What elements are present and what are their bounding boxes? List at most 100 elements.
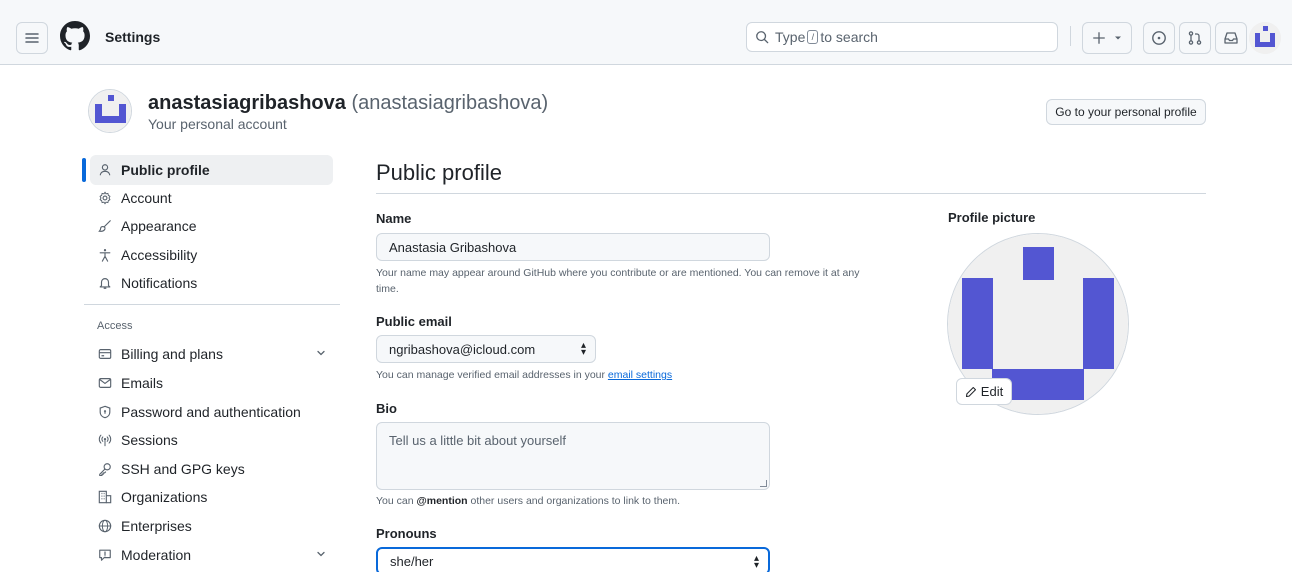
name-note-line2: time. [376,283,399,295]
sidebar-item-label: Emails [121,375,164,391]
sidebar-item-ssh-gpg[interactable]: SSH and GPG keys [90,454,333,484]
git-pull-request-icon [1188,31,1202,45]
chevron-down-icon [317,350,325,356]
hamburger-icon [25,33,39,43]
title-divider [376,193,1206,194]
shield-lock-icon [97,404,113,420]
bio-note-suffix: other users and organizations to link to… [470,495,681,507]
pull-requests-button[interactable] [1179,22,1211,54]
profile-picture-label: Profile picture [948,210,1036,225]
bio-note-mention: @mention [416,495,468,507]
account-subtitle: Your personal account [148,116,287,132]
mail-icon [97,375,113,391]
sidebar-item-enterprises[interactable]: Enterprises [90,511,333,541]
name-value: Anastasia Gribashova [389,239,517,255]
sidebar-item-notifications[interactable]: Notifications [90,268,333,298]
pronouns-select[interactable]: she/her ▴ ▾ [376,547,770,572]
pronouns-selected-value: she/her [390,553,434,569]
sidebar-item-label: Notifications [121,275,198,291]
edit-label: Edit [980,384,1004,399]
sidebar-active-indicator [82,158,86,182]
pencil-icon [965,386,976,397]
paintbrush-icon [97,218,113,234]
search-prefix: Type [775,29,806,45]
search-input[interactable]: Type / to search [746,22,1058,52]
inbox-button[interactable] [1215,22,1247,54]
email-note: You can manage verified email addresses … [376,367,672,383]
sidebar-item-appearance[interactable]: Appearance [90,211,333,241]
account-login: (anastasiagribashova) [351,92,549,114]
person-icon [97,162,113,178]
name-note-line1: Your name may appear around GitHub where… [376,267,860,279]
search-suffix: to search [820,29,878,45]
credit-card-icon [97,346,113,362]
select-arrows-icon: ▴ ▾ [753,553,759,571]
sidebar-item-billing[interactable]: Billing and plans [90,339,333,369]
name-label: Name [376,211,412,226]
sidebar-item-label: Sessions [121,432,178,448]
sidebar-item-label: Billing and plans [121,346,223,362]
chevron-down-icon [317,551,325,557]
sidebar-item-accessibility[interactable]: Accessibility [90,240,333,270]
bio-note-prefix: You can [376,495,414,507]
search-icon [756,31,769,44]
email-note-text: You can manage verified email addresses … [376,369,605,381]
account-avatar [88,89,132,133]
go-to-profile-button[interactable]: Go to your personal profile [1046,99,1206,125]
sidebar-item-label: Public profile [121,162,210,178]
sidebar-item-label: Enterprises [121,518,192,534]
report-icon [97,547,113,563]
sidebar-item-sessions[interactable]: Sessions [90,425,333,455]
issue-opened-icon [1152,31,1166,45]
account-name[interactable]: anastasiagribashova (anastasiagribashova… [148,92,548,115]
sidebar-item-label: Account [121,190,172,206]
context-title[interactable]: Settings [105,29,160,45]
sidebar-divider [84,304,340,305]
inbox-icon [1224,32,1238,44]
accessibility-icon [97,247,113,263]
sidebar-heading-access: Access [97,320,133,332]
issues-button[interactable] [1143,22,1175,54]
sidebar-item-password[interactable]: Password and authentication [90,397,333,427]
identicon-medium [89,90,131,132]
account-display-name: anastasiagribashova [148,92,346,114]
email-label: Public email [376,314,452,329]
pronouns-label: Pronouns [376,526,437,541]
bio-textarea[interactable]: Tell us a little bit about yourself [376,422,770,490]
email-settings-link[interactable]: email settings [608,369,672,381]
menu-button[interactable] [16,22,48,54]
name-note: Your name may appear around GitHub where… [376,265,860,297]
name-input[interactable]: Anastasia Gribashova [376,233,770,261]
bell-icon [97,275,113,291]
resize-handle-icon[interactable] [760,480,767,487]
sidebar-item-organizations[interactable]: Organizations [90,482,333,512]
sidebar-item-label: Moderation [121,547,192,563]
plus-icon [1093,32,1105,44]
create-new-button[interactable] [1082,22,1132,54]
sidebar-item-account[interactable]: Account [90,183,333,213]
key-icon [97,461,113,477]
broadcast-icon [97,432,113,448]
sidebar-item-label: Appearance [121,218,197,234]
page-title: Public profile [376,160,502,185]
bio-placeholder: Tell us a little bit about yourself [389,433,567,448]
sidebar-item-emails[interactable]: Emails [90,368,333,398]
user-avatar-button[interactable] [1249,22,1281,54]
sidebar-item-label: Accessibility [121,247,198,263]
bio-note: You can @mention other users and organiz… [376,493,680,509]
sidebar-item-label: SSH and GPG keys [121,461,245,477]
public-email-select[interactable]: ngribashova@icloud.com ▴ ▾ [376,335,596,363]
organization-icon [97,489,113,505]
github-logo-icon[interactable] [60,21,90,51]
header-divider [1070,26,1071,46]
globe-icon [97,518,113,534]
search-shortcut-key: / [807,30,819,44]
edit-avatar-button[interactable]: Edit [956,378,1012,405]
sidebar-item-public-profile[interactable]: Public profile [90,155,333,185]
bio-label: Bio [376,401,397,416]
email-selected-value: ngribashova@icloud.com [389,341,536,357]
identicon-small [1249,22,1281,54]
gear-icon [97,190,113,206]
sidebar-item-label: Password and authentication [121,404,301,420]
sidebar-item-moderation[interactable]: Moderation [90,540,333,570]
